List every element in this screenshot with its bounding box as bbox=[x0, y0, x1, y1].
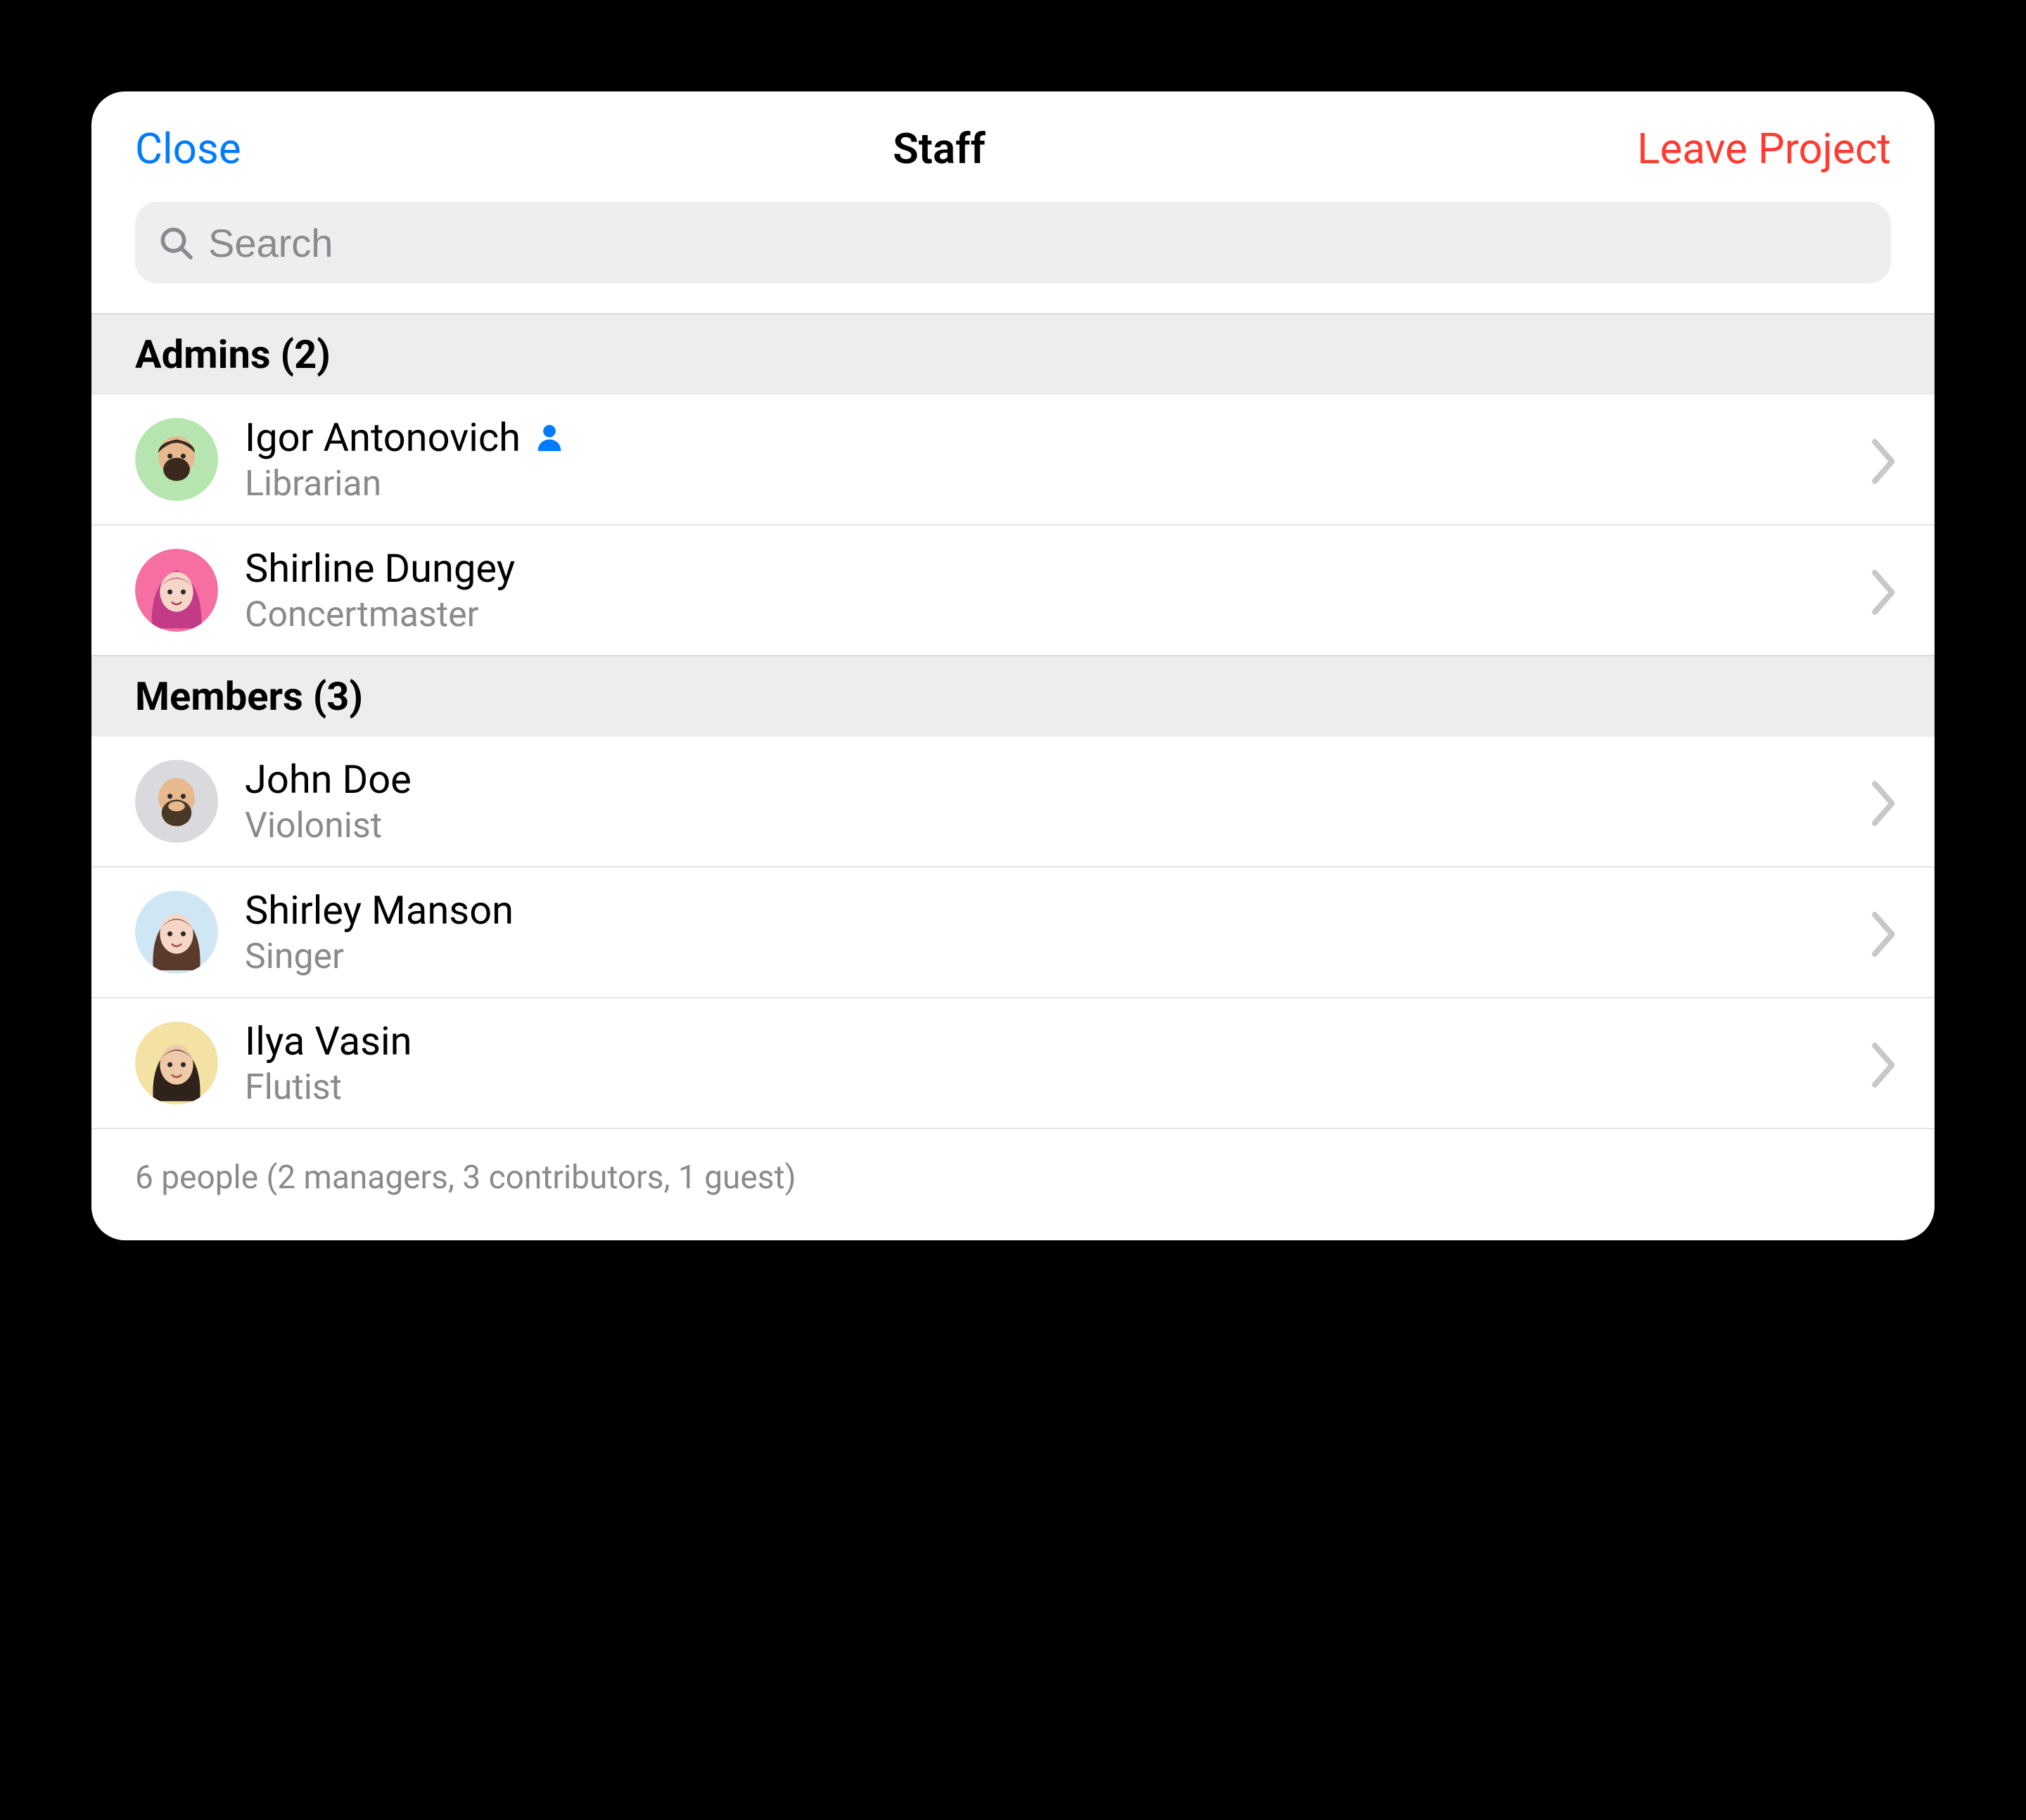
avatar bbox=[135, 760, 218, 843]
list-item-body: Shirley Manson Singer bbox=[245, 887, 1843, 977]
list-item[interactable]: Shirline Dungey Concertmaster bbox=[91, 524, 1935, 655]
modal-title: Staff bbox=[893, 124, 986, 174]
search-field[interactable] bbox=[135, 202, 1891, 284]
staff-modal: Close Staff Leave Project Admins (2) bbox=[91, 91, 1935, 1240]
person-name: Shirline Dungey bbox=[245, 545, 515, 592]
person-name: John Doe bbox=[245, 756, 412, 803]
list-item-body: Shirline Dungey Concertmaster bbox=[245, 545, 1843, 635]
search-icon bbox=[156, 223, 196, 262]
person-name: Igor Antonovich bbox=[245, 414, 521, 461]
list-item-body: Igor Antonovich Librarian bbox=[245, 414, 1843, 504]
search-container bbox=[91, 195, 1935, 313]
modal-nav-bar: Close Staff Leave Project bbox=[91, 91, 1935, 195]
current-user-icon bbox=[533, 421, 566, 454]
chevron-right-icon bbox=[1870, 779, 1899, 824]
avatar bbox=[135, 1022, 218, 1105]
person-role: Flutist bbox=[245, 1067, 1843, 1108]
chevron-right-icon bbox=[1870, 437, 1899, 482]
avatar bbox=[135, 418, 218, 501]
list-item[interactable]: John Doe Violonist bbox=[91, 737, 1935, 866]
list-item-body: Ilya Vasin Flutist bbox=[245, 1018, 1843, 1108]
person-role: Concertmaster bbox=[245, 594, 1843, 635]
person-name: Ilya Vasin bbox=[245, 1018, 412, 1064]
avatar bbox=[135, 891, 218, 974]
chevron-right-icon bbox=[1870, 910, 1899, 955]
search-input[interactable] bbox=[208, 220, 1870, 266]
list-item[interactable]: Igor Antonovich Librarian bbox=[91, 395, 1935, 524]
person-role: Librarian bbox=[245, 464, 1843, 504]
list-item[interactable]: Ilya Vasin Flutist bbox=[91, 997, 1935, 1128]
list-item[interactable]: Shirley Manson Singer bbox=[91, 866, 1935, 997]
avatar bbox=[135, 549, 218, 632]
list-item-body: John Doe Violonist bbox=[245, 756, 1843, 846]
section-header-members: Members (3) bbox=[91, 655, 1935, 737]
person-name: Shirley Manson bbox=[245, 887, 514, 934]
person-role: Singer bbox=[245, 936, 1843, 977]
chevron-right-icon bbox=[1870, 568, 1899, 613]
close-button[interactable]: Close bbox=[135, 124, 241, 174]
leave-project-button[interactable]: Leave Project bbox=[1637, 124, 1891, 174]
person-role: Violonist bbox=[245, 806, 1843, 846]
chevron-right-icon bbox=[1870, 1041, 1899, 1086]
footer-summary: 6 people (2 managers, 3 contributors, 1 … bbox=[91, 1128, 1935, 1240]
section-header-admins: Admins (2) bbox=[91, 313, 1935, 395]
